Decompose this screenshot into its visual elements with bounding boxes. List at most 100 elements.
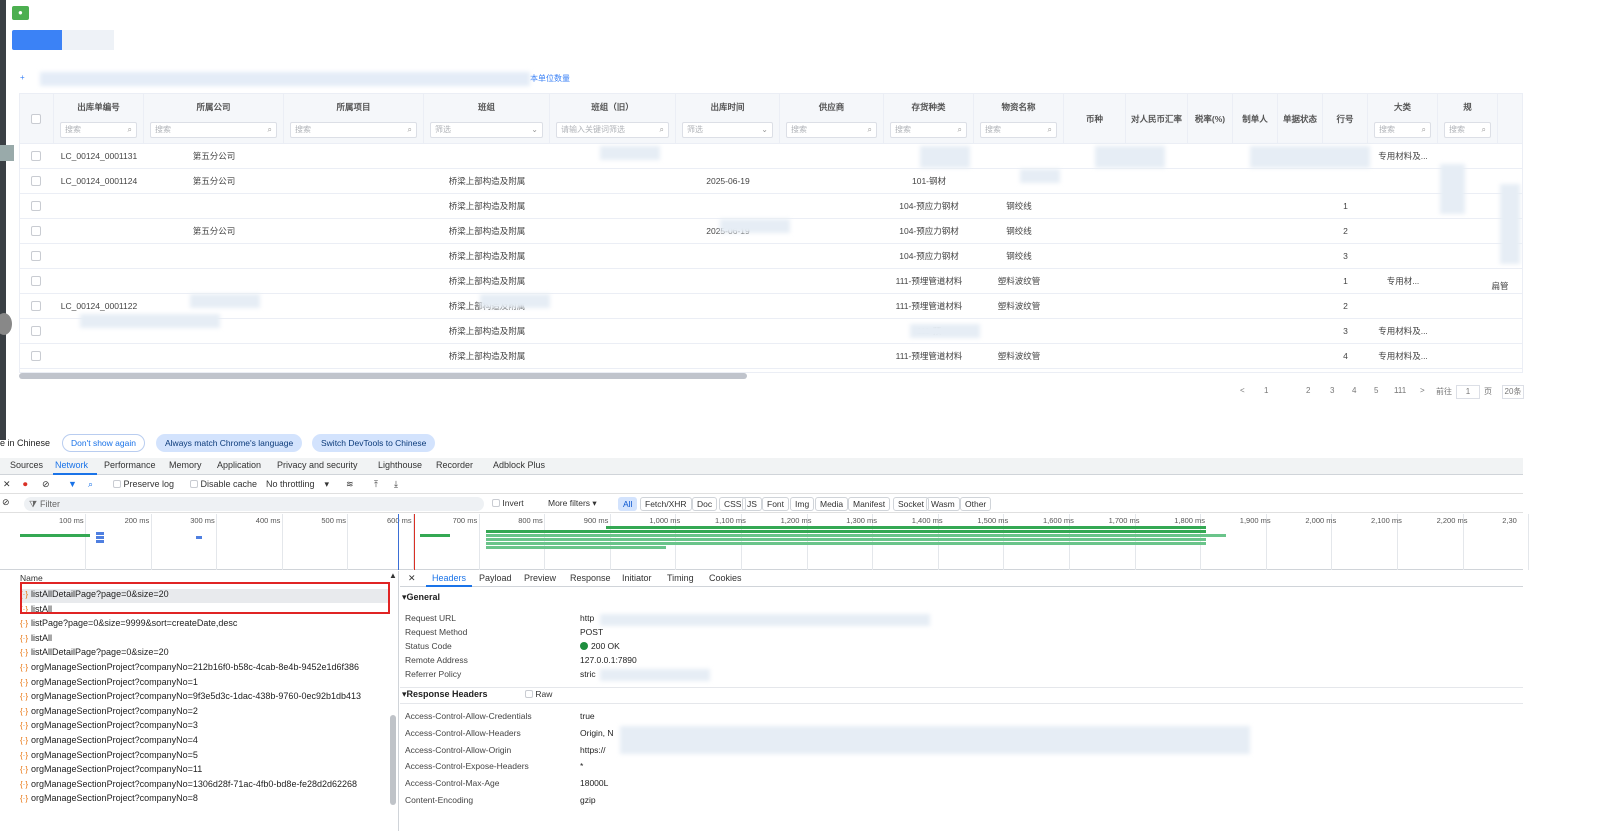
- type-filter-wasm[interactable]: Wasm: [926, 497, 960, 511]
- column-filter-input[interactable]: 搜索 ⌕: [1374, 122, 1431, 138]
- request-row[interactable]: {·} orgManageSectionProject?companyNo=1: [20, 677, 390, 691]
- block-icon[interactable]: ⊘: [2, 497, 10, 508]
- column-label[interactable]: 单据状态: [1278, 113, 1322, 125]
- record-icon[interactable]: ⏺: [23, 479, 28, 490]
- row-checkbox[interactable]: [31, 176, 41, 186]
- column-label[interactable]: 所属项目: [284, 101, 423, 113]
- table-row[interactable]: 桥梁上部构造及附属111-预3专用材料及...: [20, 319, 1522, 344]
- type-filter-fetch-xhr[interactable]: Fetch/XHR: [640, 497, 692, 511]
- filter-input[interactable]: ⧩ Filter: [24, 497, 484, 511]
- detail-tab-payload[interactable]: Payload: [479, 573, 512, 583]
- column-filter-input[interactable]: 搜索 ⌕: [1444, 122, 1491, 138]
- table-row[interactable]: 桥梁上部构造及附属 104-预应力钢材 钢绞线 1: [20, 194, 1522, 219]
- edge-handle-round[interactable]: [0, 313, 12, 335]
- page-number[interactable]: 1: [1264, 386, 1268, 395]
- column-filter-input[interactable]: 请输入关键词筛选 ⌕: [556, 122, 669, 138]
- request-row[interactable]: {·} orgManageSectionProject?companyNo=212…: [20, 662, 390, 676]
- row-checkbox[interactable]: [31, 151, 41, 161]
- column-label[interactable]: 出库时间: [676, 101, 779, 113]
- column-label[interactable]: 存货种类: [884, 101, 973, 113]
- page-number[interactable]: 111: [1394, 386, 1406, 395]
- request-row[interactable]: {·} orgManageSectionProject?companyNo=11: [20, 764, 390, 778]
- select-all-checkbox[interactable]: [31, 114, 41, 124]
- column-label[interactable]: 对人民币汇率: [1126, 113, 1187, 125]
- column-label[interactable]: 行号: [1323, 113, 1367, 125]
- throttling-select[interactable]: No throttling ▾: [266, 479, 329, 490]
- table-row[interactable]: 桥梁上部构造及附属 104-预应力钢材 钢绞线 3: [20, 244, 1522, 269]
- page-number[interactable]: 4: [1352, 386, 1356, 395]
- row-checkbox[interactable]: [31, 226, 41, 236]
- edge-handle[interactable]: [0, 145, 14, 161]
- response-headers-title[interactable]: ▾Response Headers: [402, 689, 488, 700]
- type-filter-doc[interactable]: Doc: [692, 497, 718, 511]
- page-number[interactable]: 2: [1306, 386, 1310, 395]
- row-checkbox[interactable]: [31, 326, 41, 336]
- request-row[interactable]: {·} listAll: [20, 633, 390, 647]
- page-size-select[interactable]: 20条: [1502, 385, 1524, 399]
- switch-to-chinese-button[interactable]: Switch DevTools to Chinese: [312, 434, 436, 452]
- preserve-log-toggle[interactable]: Preserve log: [113, 479, 174, 489]
- tab-memory[interactable]: Memory: [169, 460, 202, 470]
- clear-icon[interactable]: ⊘: [42, 479, 50, 490]
- always-match-language-button[interactable]: Always match Chrome's language: [156, 434, 303, 452]
- column-filter-input[interactable]: 筛选 ⌄: [682, 122, 773, 138]
- detail-tab-cookies[interactable]: Cookies: [709, 573, 742, 583]
- invert-toggle[interactable]: Invert: [492, 498, 524, 508]
- export-icon[interactable]: ⤓: [394, 479, 398, 490]
- column-filter-input[interactable]: 搜索 ⌕: [290, 122, 417, 138]
- column-label[interactable]: 所属公司: [144, 101, 283, 113]
- row-checkbox[interactable]: [31, 201, 41, 211]
- request-row[interactable]: {·} listAllDetailPage?page=0&size=20: [20, 647, 390, 661]
- import-icon[interactable]: ⤒: [374, 479, 378, 490]
- filter-icon[interactable]: ▼: [68, 479, 77, 489]
- add-icon[interactable]: +: [20, 73, 25, 82]
- detail-tab-initiator[interactable]: Initiator: [622, 573, 652, 583]
- column-label[interactable]: 供应商: [780, 101, 883, 113]
- request-row[interactable]: {·} orgManageSectionProject?companyNo=5: [20, 750, 390, 764]
- type-filter-other[interactable]: Other: [960, 497, 992, 511]
- primary-action-button[interactable]: [12, 30, 64, 50]
- request-row[interactable]: {·} orgManageSectionProject?companyNo=9f3…: [20, 691, 390, 705]
- tab-performance[interactable]: Performance: [104, 460, 156, 470]
- request-row[interactable]: {·} orgManageSectionProject?companyNo=2: [20, 706, 390, 720]
- type-filter-manifest[interactable]: Manifest: [848, 497, 891, 511]
- type-filter-all[interactable]: All: [618, 497, 638, 511]
- column-label[interactable]: 税率(%): [1188, 113, 1232, 125]
- dont-show-again-button[interactable]: Don't show again: [62, 434, 145, 452]
- type-filter-img[interactable]: Img: [790, 497, 815, 511]
- page-number[interactable]: 3: [1330, 386, 1334, 395]
- detail-tab-response[interactable]: Response: [570, 573, 611, 583]
- column-label[interactable]: 出库单编号: [54, 101, 143, 113]
- request-row[interactable]: {·} orgManageSectionProject?companyNo=130…: [20, 779, 390, 793]
- type-filter-js[interactable]: JS: [742, 497, 762, 511]
- request-list-scrollbar[interactable]: [390, 715, 396, 805]
- secondary-action-button[interactable]: [62, 30, 114, 50]
- type-filter-media[interactable]: Media: [815, 497, 849, 511]
- prev-page-icon[interactable]: <: [1240, 386, 1245, 395]
- request-row[interactable]: {·} orgManageSectionProject?companyNo=3: [20, 720, 390, 734]
- row-checkbox[interactable]: [31, 251, 41, 261]
- detail-tab-timing[interactable]: Timing: [667, 573, 694, 583]
- table-row[interactable]: 桥梁上部构造及附属 111-预埋管道材料 塑料波纹管 4 专用材料及...: [20, 344, 1522, 369]
- column-label[interactable]: 班组（旧）: [550, 101, 675, 113]
- detail-tab-preview[interactable]: Preview: [524, 573, 556, 583]
- column-label[interactable]: 币种: [1064, 113, 1125, 125]
- column-filter-input[interactable]: 搜索 ⌕: [150, 122, 277, 138]
- tab-adblock-plus[interactable]: Adblock Plus: [493, 460, 545, 470]
- horizontal-scrollbar[interactable]: [19, 373, 747, 379]
- unit-qty-link[interactable]: 本单位数量: [530, 73, 570, 84]
- row-checkbox[interactable]: [31, 276, 41, 286]
- raw-toggle[interactable]: Raw: [525, 689, 552, 699]
- row-checkbox[interactable]: [31, 301, 41, 311]
- row-checkbox[interactable]: [31, 351, 41, 361]
- search-icon[interactable]: ⌕: [88, 479, 93, 490]
- column-filter-input[interactable]: 搜索 ⌕: [890, 122, 967, 138]
- column-label[interactable]: 制单人: [1233, 113, 1277, 125]
- tab-sources[interactable]: Sources: [10, 460, 43, 470]
- column-filter-input[interactable]: 搜索 ⌕: [980, 122, 1057, 138]
- detail-tab-headers[interactable]: Headers: [432, 573, 466, 583]
- close-icon[interactable]: ✕: [3, 479, 11, 490]
- type-filter-font[interactable]: Font: [762, 497, 790, 511]
- column-label[interactable]: 大类: [1368, 101, 1437, 113]
- general-section-title[interactable]: ▾General: [402, 592, 440, 603]
